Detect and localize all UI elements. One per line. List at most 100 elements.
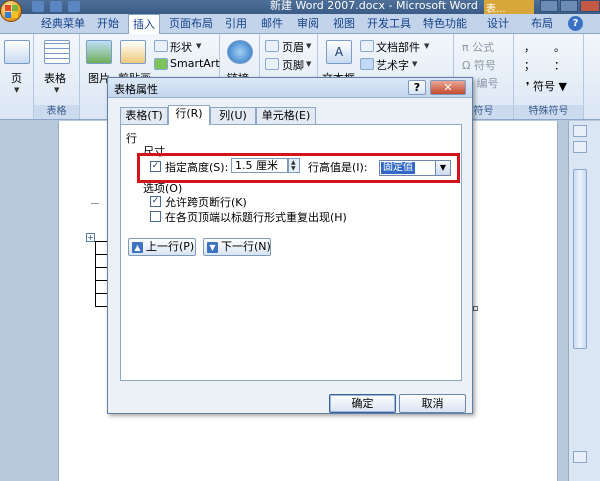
special-char-button[interactable]: ；: [524, 57, 535, 73]
minimize-button[interactable]: [540, 0, 558, 12]
smartart-icon[interactable]: [154, 58, 168, 70]
pages-group: 页 ▼: [0, 34, 34, 119]
table-resize-handle[interactable]: [473, 306, 478, 311]
special-char-button[interactable]: ：: [554, 57, 565, 73]
chevron-down-icon: ▼: [54, 86, 60, 94]
cancel-button[interactable]: 取消: [399, 394, 466, 413]
table-move-handle-icon[interactable]: +: [86, 233, 95, 242]
ok-button[interactable]: 确定: [329, 394, 396, 413]
tab-mailings[interactable]: 邮件: [256, 14, 288, 34]
dialog-help-button[interactable]: ?: [408, 80, 426, 95]
tab-design[interactable]: 设计: [478, 14, 518, 34]
special-symbols-group-label: 特殊符号: [514, 105, 583, 119]
scrollbar-thumb[interactable]: [573, 169, 587, 349]
office-logo-icon: [5, 5, 11, 11]
maximize-button[interactable]: [560, 0, 578, 12]
chevron-down-icon: ▼: [412, 60, 418, 68]
table-properties-dialog: 表格属性 ? ✕ 表格(T) 行(R) 列(U) 单元格(E) 行 尺寸 ✓ 指…: [107, 77, 473, 414]
smartart-label[interactable]: SmartArt: [170, 57, 220, 70]
dialog-title-bar[interactable]: 表格属性 ? ✕: [108, 78, 472, 98]
chevron-down-icon: ▼: [14, 86, 20, 94]
chevron-down-icon: ▼: [424, 42, 430, 50]
tab-layout[interactable]: 布局: [524, 14, 560, 34]
dialog-title: 表格属性: [114, 83, 158, 96]
footer-icon[interactable]: [265, 58, 279, 70]
shapes-icon[interactable]: [154, 40, 168, 52]
header-icon[interactable]: [265, 40, 279, 52]
window-title: 新建 Word 2007.docx - Microsoft Word: [270, 0, 478, 12]
clipart-icon[interactable]: [120, 40, 146, 64]
allow-break-checkbox[interactable]: ✓: [150, 196, 161, 207]
repeat-header-label: 在各页顶端以标题行形式重复出现(H): [165, 211, 347, 224]
tab-page-layout[interactable]: 页面布局: [166, 14, 216, 34]
scroll-down-button[interactable]: [573, 451, 587, 463]
table-button-label: 表格: [44, 72, 66, 85]
quickparts-label[interactable]: 文档部件: [376, 39, 420, 55]
tab-classic-menu[interactable]: 经典菜单: [38, 14, 88, 34]
tab-review[interactable]: 审阅: [292, 14, 324, 34]
table-group: 表格 ▼ 表格: [34, 34, 80, 119]
arrow-up-icon: ▲: [132, 242, 143, 253]
tab-references[interactable]: 引用: [220, 14, 252, 34]
dialog-close-button[interactable]: ✕: [430, 80, 466, 95]
tab-table[interactable]: 表格(T): [120, 107, 168, 124]
special-char-button[interactable]: 。: [554, 39, 565, 55]
specify-height-checkbox[interactable]: ✓: [150, 161, 161, 172]
table-tools-context-title: 表...: [484, 0, 534, 14]
allow-break-label: 允许跨页断行(K): [165, 196, 247, 209]
header-label[interactable]: 页眉: [282, 39, 304, 55]
textbox-icon[interactable]: A: [326, 40, 352, 64]
pages-label: 页: [11, 72, 22, 85]
table-icon[interactable]: [44, 40, 70, 64]
tab-developer[interactable]: 开发工具: [364, 14, 414, 34]
office-button[interactable]: [0, 0, 22, 22]
next-row-button[interactable]: ▼ 下一行(N): [203, 238, 271, 256]
window-close-button[interactable]: [580, 0, 600, 12]
scroll-up-button[interactable]: [573, 141, 587, 153]
specify-height-label: 指定高度(S):: [165, 161, 229, 174]
height-type-value: 固定值: [381, 162, 415, 174]
previous-row-button[interactable]: ▲ 上一行(P): [128, 238, 196, 256]
tab-view[interactable]: 视图: [328, 14, 360, 34]
ribbon-tab-bar: 经典菜单 开始 插入 页面布局 引用 邮件 审阅 视图 开发工具 特色功能 设计…: [0, 14, 600, 35]
repeat-header-checkbox[interactable]: [150, 211, 161, 222]
height-spinner[interactable]: ▲ ▼: [288, 158, 300, 173]
height-type-select[interactable]: 固定值 ▼: [379, 160, 451, 176]
symbol-dropdown-button[interactable]: ❜ 符号 ▼: [526, 78, 567, 94]
wordart-icon[interactable]: [360, 58, 374, 70]
chevron-down-icon: ▼: [196, 42, 202, 50]
tab-home[interactable]: 开始: [92, 14, 124, 34]
arrow-down-icon: ▼: [207, 242, 218, 253]
row-section-label: 行: [126, 132, 137, 145]
tab-special-features[interactable]: 特色功能: [420, 14, 470, 34]
tab-row[interactable]: 行(R): [168, 105, 210, 125]
wordart-label[interactable]: 艺术字: [376, 57, 409, 73]
help-icon[interactable]: ?: [568, 16, 583, 31]
equation-button[interactable]: π 公式: [462, 39, 494, 55]
link-globe-icon[interactable]: [227, 40, 253, 64]
table-group-label: 表格: [34, 105, 79, 119]
save-icon[interactable]: [32, 1, 44, 12]
special-symbols-group: ， 。 ； ： ❜ 符号 ▼ 特殊符号: [514, 34, 584, 119]
height-value-input[interactable]: 1.5 厘米: [231, 158, 288, 173]
undo-icon[interactable]: [50, 1, 62, 12]
window-title-bar: 新建 Word 2007.docx - Microsoft Word 表...: [0, 0, 600, 14]
special-char-button[interactable]: ，: [524, 39, 535, 55]
tab-cell[interactable]: 单元格(E): [256, 107, 316, 124]
ruler-toggle-icon[interactable]: [573, 125, 587, 137]
tab-column[interactable]: 列(U): [210, 107, 256, 124]
quickparts-icon[interactable]: [360, 40, 374, 52]
picture-icon[interactable]: [86, 40, 112, 64]
symbol-small-button[interactable]: Ω 符号: [462, 57, 496, 73]
tab-insert[interactable]: 插入: [128, 14, 160, 35]
pages-icon[interactable]: [4, 40, 30, 64]
vertical-scrollbar[interactable]: [568, 121, 600, 481]
redo-icon[interactable]: [68, 1, 80, 12]
arrow-down-icon[interactable]: ▼: [291, 166, 296, 172]
footer-label[interactable]: 页脚: [282, 57, 304, 73]
shapes-label[interactable]: 形状: [170, 39, 192, 55]
quick-access-toolbar: [28, 0, 108, 13]
chevron-down-icon[interactable]: ▼: [435, 161, 450, 175]
chevron-down-icon: ▼: [306, 60, 312, 68]
chevron-down-icon: ▼: [306, 42, 312, 50]
